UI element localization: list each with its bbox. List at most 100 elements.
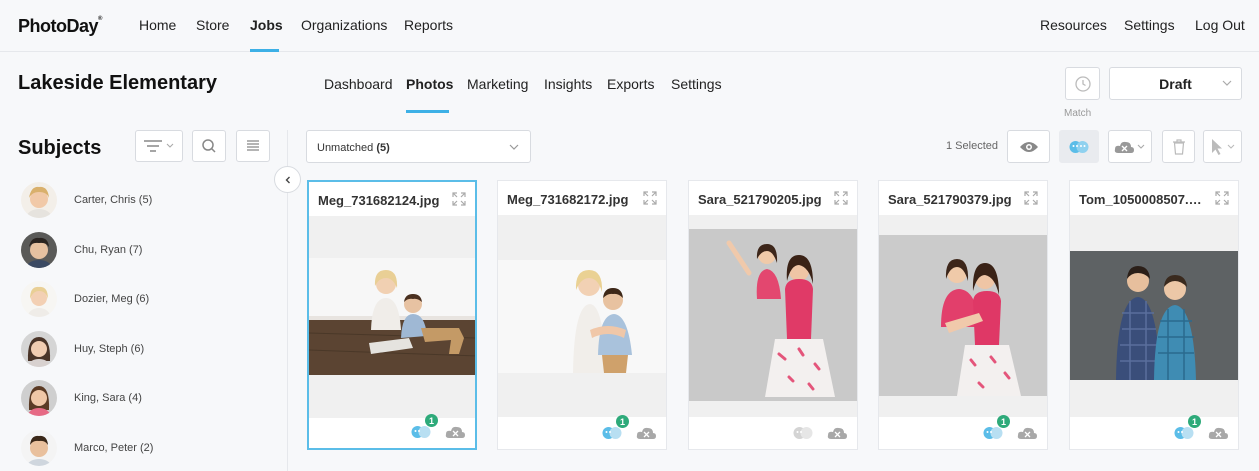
tab-photos[interactable]: Photos [406,76,453,92]
subject-name: Marco, Peter (2) [74,442,154,454]
subject-item[interactable]: King, Sara (4) [21,380,271,416]
photo-card[interactable]: Meg_731682172.jpg 1 [497,180,667,450]
avatar [21,281,57,317]
subject-item[interactable]: Marco, Peter (2) [21,430,271,466]
nav-logout[interactable]: Log Out [1195,17,1245,33]
match-count-badge: 1 [997,415,1010,428]
top-navigation: PhotoDay® Home Store Jobs Organizations … [0,0,1259,52]
expand-icon[interactable] [1024,191,1038,205]
cloud-remove-icon[interactable] [827,426,847,440]
avatar [21,182,57,218]
expand-icon[interactable] [452,192,466,206]
photo-status-icons [779,421,849,441]
subject-item[interactable]: Huy, Steph (6) [21,331,271,367]
photo-frame [1070,215,1238,417]
photo-filter-select[interactable]: Unmatched (5) [306,130,531,163]
photo-filename: Meg_731682172.jpg [507,192,629,207]
facial-match-button[interactable] [1059,130,1099,163]
avatar [21,331,57,367]
face-match-icon[interactable] [792,425,814,441]
subject-name: Carter, Chris (5) [74,194,153,206]
subject-list-view-button[interactable] [236,130,270,162]
face-match-icon [1069,140,1089,153]
photo-card[interactable]: Sara_521790205.jpg [688,180,858,450]
nav-resources[interactable]: Resources [1040,17,1107,33]
photo-card[interactable]: Meg_731682124.jpg 1 [307,180,477,450]
photo-status-icons: 1 [969,415,1039,441]
cloud-remove-icon[interactable] [1208,426,1228,440]
subject-item[interactable]: Chu, Ryan (7) [21,232,271,268]
nav-reports[interactable]: Reports [404,17,453,33]
tab-settings[interactable]: Settings [671,76,722,92]
subject-name: King, Sara (4) [74,392,142,404]
photo-filename: Sara_521790205.jpg [698,192,822,207]
avatar [21,430,57,466]
filter-label: Unmatched [317,142,374,154]
clock-icon [1074,75,1091,92]
nav-organizations[interactable]: Organizations [301,17,387,33]
job-status-select[interactable]: Draft [1109,67,1242,100]
cloud-remove-icon[interactable] [636,426,656,440]
active-nav-indicator [250,49,279,52]
photo-card[interactable]: Tom_1050008507.jpg 1 [1069,180,1239,450]
photoday-logo[interactable]: PhotoDay® [18,16,102,37]
trash-icon [1172,138,1185,155]
chevron-down-icon [509,144,519,150]
avatar [21,232,57,268]
photo-card[interactable]: Sara_521790379.jpg 1 [878,180,1048,450]
subject-search-button[interactable] [192,130,226,162]
match-count-badge: 1 [425,414,438,427]
tab-exports[interactable]: Exports [607,76,654,92]
nav-store[interactable]: Store [196,17,229,33]
photo-status-icons: 1 [588,415,658,441]
tab-insights[interactable]: Insights [544,76,592,92]
subject-name: Dozier, Meg (6) [74,293,150,305]
filter-icon [144,140,174,152]
cloud-remove-icon[interactable] [1017,426,1037,440]
match-button[interactable] [1065,67,1100,100]
match-count-badge: 1 [1188,415,1201,428]
subject-item[interactable]: Dozier, Meg (6) [21,281,271,317]
logo-text: PhotoDay [18,16,99,36]
nav-settings[interactable]: Settings [1124,17,1175,33]
nav-home[interactable]: Home [139,17,176,33]
tab-dashboard[interactable]: Dashboard [324,76,393,92]
expand-icon[interactable] [1215,191,1229,205]
photo-frame [498,215,666,417]
photo-status-icons: 1 [1160,415,1230,441]
preview-button[interactable] [1007,130,1050,163]
chevron-left-icon [285,176,290,183]
tab-marketing[interactable]: Marketing [467,76,528,92]
photo-status-icons: 1 [397,414,467,440]
subject-item[interactable]: Carter, Chris (5) [21,182,271,218]
eye-icon [1019,141,1038,152]
photo-filename: Tom_1050008507.jpg [1079,192,1204,207]
job-title: Lakeside Elementary [18,72,217,94]
select-tool-button[interactable] [1203,130,1242,163]
photo-image [879,235,1047,396]
photo-frame [309,216,475,418]
cloud-remove-icon[interactable] [445,425,465,439]
photo-filename: Meg_731682124.jpg [318,193,440,208]
subject-name: Chu, Ryan (7) [74,244,143,256]
collapse-sidebar-button[interactable] [274,166,301,193]
photo-image [498,260,666,373]
expand-icon[interactable] [643,191,657,205]
filter-count: (5) [376,142,390,154]
expand-icon[interactable] [834,191,848,205]
subject-filter-button[interactable] [135,130,183,162]
nav-jobs[interactable]: Jobs [250,17,283,33]
match-count-badge: 1 [616,415,629,428]
delete-button[interactable] [1162,130,1195,163]
photo-frame [879,215,1047,417]
subjects-title: Subjects [18,137,102,159]
cloud-actions-button[interactable] [1108,130,1152,163]
list-icon [247,140,259,151]
photo-image [309,258,475,375]
cursor-icon [1211,138,1234,155]
cloud-remove-icon [1114,141,1145,153]
selected-count: 1 Selected [946,140,998,152]
search-icon [202,139,216,153]
photo-image [689,229,857,401]
subject-name: Huy, Steph (6) [74,343,145,355]
